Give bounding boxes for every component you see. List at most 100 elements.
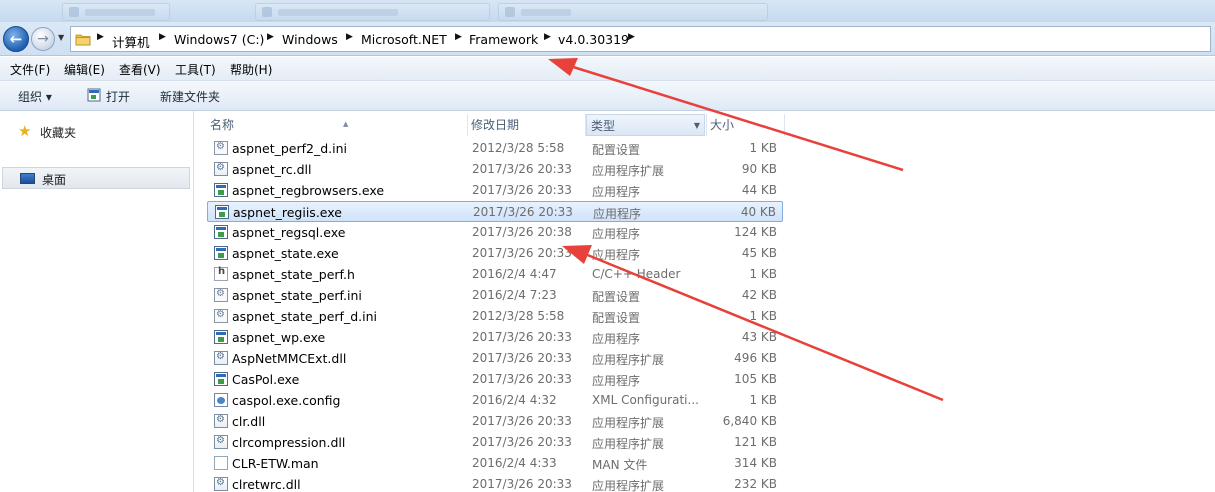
window-icon xyxy=(505,7,515,17)
file-modified-date: 2017/3/26 20:33 xyxy=(472,162,572,176)
nav-desktop-label: 桌面 xyxy=(42,173,67,187)
breadcrumb-version[interactable]: v4.0.30319 xyxy=(558,32,629,47)
file-type: 应用程序扩展 xyxy=(592,164,665,178)
menu-bar: 文件(F) 编辑(E) 查看(V) 工具(T) 帮助(H) xyxy=(0,57,1215,81)
file-row[interactable]: aspnet_rc.dll 2017/3/26 20:33 应用程序扩展 90 KB xyxy=(207,159,783,180)
file-row[interactable]: aspnet_state_perf_d.ini 2012/3/28 5:58 配置设… xyxy=(207,306,783,327)
file-modified-date: 2017/3/26 20:33 xyxy=(472,351,572,365)
file-row[interactable]: CasPol.exe 2017/3/26 20:33 应用程序 105 KB xyxy=(207,369,783,390)
recent-pages-dropdown[interactable]: ▼ xyxy=(58,33,68,43)
background-window-tab[interactable] xyxy=(498,3,768,21)
nav-favorites[interactable]: ★ 收藏夹 xyxy=(18,122,188,141)
file-type: MAN 文件 xyxy=(592,458,648,472)
file-modified-date: 2016/2/4 7:23 xyxy=(472,288,557,302)
menu-edit[interactable]: 编辑(E) xyxy=(64,61,105,78)
column-header-size[interactable]: 大小 xyxy=(706,114,784,136)
breadcrumb-microsoft-net[interactable]: Microsoft.NET xyxy=(361,32,447,47)
background-window-tab[interactable] xyxy=(255,3,490,21)
window-icon xyxy=(69,7,79,17)
nav-desktop[interactable]: 桌面 xyxy=(2,167,190,189)
file-row[interactable]: aspnet_state.exe 2017/3/26 20:33 应用程序 45 KB xyxy=(207,243,783,264)
file-type: 应用程序 xyxy=(592,227,641,241)
file-size: 1 KB xyxy=(749,267,777,281)
breadcrumb-windows[interactable]: Windows xyxy=(282,32,338,47)
breadcrumb-separator-icon[interactable]: ▶ xyxy=(159,32,166,42)
column-header-name-label: 名称 xyxy=(210,118,235,132)
breadcrumb-framework[interactable]: Framework xyxy=(469,32,538,47)
organize-button[interactable]: 组织 ▾ xyxy=(18,88,52,105)
breadcrumb-separator-icon[interactable]: ▶ xyxy=(267,32,274,42)
file-size: 43 KB xyxy=(741,330,777,344)
file-row[interactable]: clr.dll 2017/3/26 20:33 应用程序扩展 6,840 KB xyxy=(207,411,783,432)
new-folder-button[interactable]: 新建文件夹 xyxy=(160,88,220,105)
forward-button[interactable]: → xyxy=(31,27,55,51)
settings-file-icon xyxy=(214,288,228,302)
file-size: 314 KB xyxy=(734,456,777,470)
file-row[interactable]: clretwrc.dll 2017/3/26 20:33 应用程序扩展 232 KB xyxy=(207,474,783,492)
menu-file[interactable]: 文件(F) xyxy=(10,61,50,78)
file-size: 1 KB xyxy=(749,309,777,323)
breadcrumb-separator-icon[interactable]: ▶ xyxy=(628,32,635,42)
file-name: clr.dll xyxy=(232,414,266,429)
background-window-tab[interactable] xyxy=(62,3,170,21)
file-row[interactable]: CLR-ETW.man 2016/2/4 4:33 MAN 文件 314 KB xyxy=(207,453,783,474)
file-row[interactable]: caspol.exe.config 2016/2/4 4:32 XML Config… xyxy=(207,390,783,411)
column-header-date[interactable]: 修改日期 xyxy=(467,114,585,136)
breadcrumb-computer[interactable]: 计算机 xyxy=(112,32,150,51)
file-row[interactable]: aspnet_regbrowsers.exe 2017/3/26 20:33 应用程… xyxy=(207,180,783,201)
file-row[interactable]: aspnet_wp.exe 2017/3/26 20:33 应用程序 43 KB xyxy=(207,327,783,348)
file-row[interactable]: aspnet_perf2_d.ini 2012/3/28 5:58 配置设置 1 KB xyxy=(207,138,783,159)
file-row[interactable]: aspnet_state_perf.ini 2016/2/4 7:23 配置设置 42… xyxy=(207,285,783,306)
file-name: AspNetMMCExt.dll xyxy=(232,351,347,366)
file-icon xyxy=(214,456,228,470)
file-row[interactable]: aspnet_regiis.exe 2017/3/26 20:33 应用程序 40 K… xyxy=(207,201,783,222)
file-row[interactable]: aspnet_state_perf.h 2016/2/4 4:47 C/C++ He… xyxy=(207,264,783,285)
breadcrumb-drive[interactable]: Windows7 (C:) xyxy=(174,32,264,47)
window-icon xyxy=(262,7,272,17)
dll-icon xyxy=(214,162,228,176)
blurred-title xyxy=(278,9,398,16)
column-divider[interactable] xyxy=(784,114,785,136)
file-type: C/C++ Header xyxy=(592,267,681,281)
chevron-down-icon[interactable]: ▼ xyxy=(694,115,700,137)
breadcrumb-separator-icon[interactable]: ▶ xyxy=(544,32,551,42)
file-type: 配置设置 xyxy=(592,311,641,325)
menu-help[interactable]: 帮助(H) xyxy=(230,61,272,78)
menu-tools[interactable]: 工具(T) xyxy=(175,61,216,78)
open-icon xyxy=(87,88,101,102)
file-modified-date: 2017/3/26 20:33 xyxy=(472,414,572,428)
file-modified-date: 2016/2/4 4:33 xyxy=(472,456,557,470)
dll-icon xyxy=(214,435,228,449)
command-toolbar: 组织 ▾ 打开 新建文件夹 xyxy=(0,81,1215,111)
file-modified-date: 2016/2/4 4:47 xyxy=(472,267,557,281)
file-modified-date: 2016/2/4 4:32 xyxy=(472,393,557,407)
file-row[interactable]: AspNetMMCExt.dll 2017/3/26 20:33 应用程序扩展 496… xyxy=(207,348,783,369)
column-header-size-label: 大小 xyxy=(710,118,735,132)
file-type: 应用程序 xyxy=(592,185,641,199)
breadcrumb-separator-icon[interactable]: ▶ xyxy=(97,32,104,42)
file-row[interactable]: clrcompression.dll 2017/3/26 20:33 应用程序扩展 1… xyxy=(207,432,783,453)
file-name: aspnet_state.exe xyxy=(232,246,339,261)
open-button[interactable]: 打开 xyxy=(106,88,130,105)
chevron-down-icon: ▼ xyxy=(58,33,65,42)
file-name: CLR-ETW.man xyxy=(232,456,319,471)
file-type: XML Configurati... xyxy=(592,393,699,407)
dll-icon xyxy=(214,414,228,428)
column-header-name[interactable]: 名称 ▲ xyxy=(206,114,468,136)
back-button[interactable]: ← xyxy=(3,26,29,52)
file-name: clretwrc.dll xyxy=(232,477,301,492)
breadcrumb-separator-icon[interactable]: ▶ xyxy=(346,32,353,42)
column-header-type[interactable]: 类型 ▼ xyxy=(586,114,705,136)
breadcrumb-separator-icon[interactable]: ▶ xyxy=(455,32,462,42)
file-modified-date: 2017/3/26 20:33 xyxy=(472,477,572,491)
file-size: 44 KB xyxy=(741,183,777,197)
file-row[interactable]: aspnet_regsql.exe 2017/3/26 20:38 应用程序 124 … xyxy=(207,222,783,243)
file-size: 1 KB xyxy=(749,141,777,155)
file-modified-date: 2017/3/26 20:33 xyxy=(472,372,572,386)
menu-view[interactable]: 查看(V) xyxy=(119,61,161,78)
address-bar[interactable]: ▶ 计算机 ▶ Windows7 (C:) ▶ Windows ▶ Micros… xyxy=(70,26,1211,52)
file-size: 42 KB xyxy=(741,288,777,302)
file-name: aspnet_regbrowsers.exe xyxy=(232,183,385,198)
column-header-date-label: 修改日期 xyxy=(471,118,520,132)
file-size: 232 KB xyxy=(734,477,777,491)
